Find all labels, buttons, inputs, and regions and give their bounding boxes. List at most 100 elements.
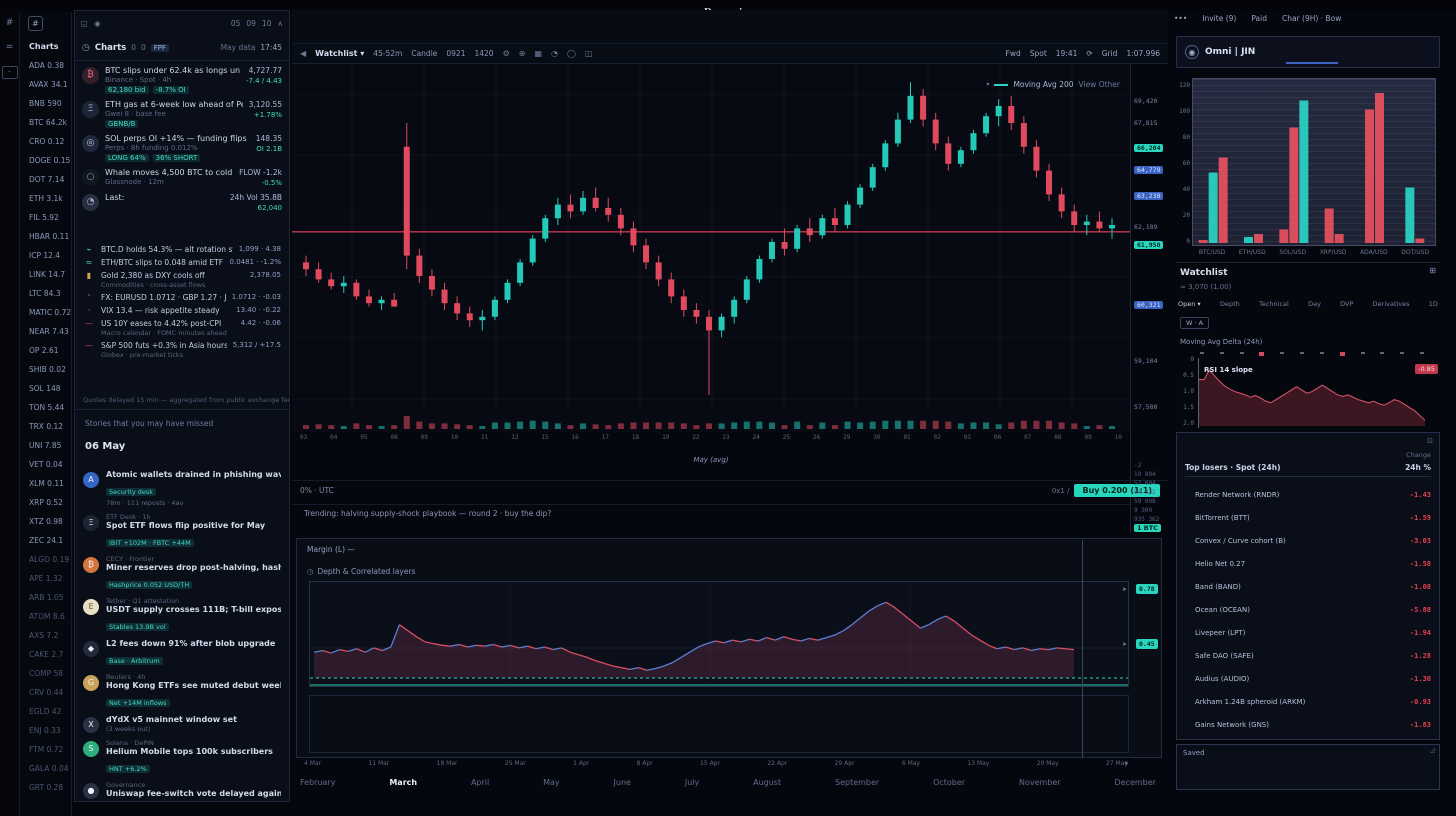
watch-tab[interactable]: Technical [1259, 300, 1289, 308]
month-item[interactable]: March [389, 778, 417, 787]
table-row[interactable]: Helio Net 0.27-1.58 [1185, 552, 1431, 575]
ticker-item[interactable]: ALGO 0.19 [20, 550, 71, 569]
ticker-item[interactable]: DOGE 0.15 [20, 151, 71, 170]
ticker-item[interactable]: LTC 84.3 [20, 284, 71, 303]
table-row[interactable]: Render Network (RNDR)-1.43 [1185, 483, 1431, 506]
panel-link[interactable]: Char (9H) · Bow [1282, 14, 1341, 23]
popout-icon[interactable]: ⊡ [1427, 437, 1433, 445]
ticker-item[interactable]: AVAX 34.1 [20, 75, 71, 94]
market-row[interactable]: ₿BTC slips under 62.4k as longs unwindBi… [75, 63, 289, 97]
watch-tab[interactable]: DVP [1340, 300, 1353, 308]
market-row[interactable]: ◔Last:24h Vol 35.8B62,040 [75, 190, 289, 215]
panel-link[interactable]: Invite (9) [1202, 14, 1236, 23]
panel-link[interactable]: ••• [1174, 14, 1187, 23]
mover-row[interactable]: ·VIX 13.4 — risk appetite steady13.40 · … [75, 304, 289, 317]
table-row[interactable]: Gains Network (GNS)-1.83 [1185, 713, 1431, 736]
ticker-item[interactable]: ZEC 24.1 [20, 531, 71, 550]
legend-extra[interactable]: View Other [1079, 80, 1120, 89]
story-item[interactable]: SSolana · DePINHelium Mobile tops 100k s… [83, 736, 281, 778]
story-item[interactable]: ₿CECY · FrontierMiner reserves drop post… [83, 552, 281, 594]
month-item[interactable]: April [471, 778, 489, 787]
table-row[interactable]: Safe DAO (SAFE)-1.28 [1185, 644, 1431, 667]
story-tag[interactable]: IBIT +102M · FBTC +44M [106, 539, 194, 547]
market-row[interactable]: ◎SOL perps OI +14% — funding flips posit… [75, 131, 289, 165]
toolbar-item[interactable]: 1420 [474, 49, 493, 58]
ticker-item[interactable]: FIL 5.92 [20, 208, 71, 227]
story-item[interactable]: GReuters · 4hHong Kong ETFs see muted de… [83, 670, 281, 712]
ticker-item[interactable]: AXS 7.2 [20, 626, 71, 645]
ticker-item[interactable]: ATOM 8.6 [20, 607, 71, 626]
table-col-right[interactable]: 24h % [1405, 463, 1431, 472]
table-row[interactable]: Audius (AUDIO)-1.30 [1185, 667, 1431, 690]
toolbar-item[interactable]: 45-52m [373, 49, 402, 58]
month-item[interactable]: July [685, 778, 699, 787]
circle-icon[interactable]: ◯ [567, 49, 576, 58]
ticker-item[interactable]: XRP 0.52 [20, 493, 71, 512]
toolbar-right-item[interactable]: Spot [1030, 49, 1047, 58]
ticker-item[interactable]: UNI 7.85 [20, 436, 71, 455]
plus-icon[interactable]: ⊕ [519, 49, 526, 58]
watch-tab[interactable]: Open ▾ [1178, 300, 1201, 308]
ticker-item[interactable]: GALA 0.04 [20, 759, 71, 778]
candlestick-chart[interactable] [292, 64, 1130, 432]
mover-row[interactable]: 'FX: EURUSD 1.0712 · GBP 1.27 · JPY 1551… [75, 291, 289, 304]
panel-link[interactable]: Paid [1251, 14, 1267, 23]
watch-tab[interactable]: Depth [1220, 300, 1240, 308]
volume-bar-chart[interactable] [1192, 78, 1436, 246]
watch-tab[interactable]: Day [1308, 300, 1321, 308]
filter-badge[interactable]: FPF [151, 44, 169, 52]
ticker-item[interactable]: VET 0.04 [20, 455, 71, 474]
ticker-item[interactable]: CRO 0.12 [20, 132, 71, 151]
table-row[interactable]: BitTorrent (BTT)-1.59 [1185, 506, 1431, 529]
trending-row[interactable]: Trending: halving supply-shock playbook … [292, 504, 1130, 522]
mover-row[interactable]: ▮Gold 2,380 as DXY cools offCommodities … [75, 269, 289, 291]
toolbar-right-item[interactable]: Fwd [1006, 49, 1021, 58]
tag-badge[interactable]: -8.7% OI [153, 86, 189, 94]
ticker-item[interactable]: BNB 590 [20, 94, 71, 113]
ticker-item[interactable]: ENJ 0.33 [20, 721, 71, 740]
story-item[interactable]: ΞETF Desk · 1hSpot ETF flows flip positi… [83, 510, 281, 552]
story-tag[interactable]: Net +14M inflows [106, 699, 170, 707]
month-item[interactable]: October [933, 778, 965, 787]
ticker-item[interactable]: NEAR 7.43 [20, 322, 71, 341]
table-row[interactable]: Ocean (OCEAN)-5.88 [1185, 598, 1431, 621]
story-item[interactable]: XdYdX v5 mainnet window set(3 weeks out) [83, 712, 281, 736]
ticker-header-icon[interactable]: # [28, 16, 43, 31]
table-row[interactable]: Convex / Curve cohort (B)-3.03 [1185, 529, 1431, 552]
indicator-icon[interactable]: ◔ [551, 49, 558, 58]
symbol-selector[interactable]: Watchlist ▾ [315, 49, 364, 58]
ticker-item[interactable]: ETH 3.1k [20, 189, 71, 208]
play-icon[interactable]: ⏵ [1125, 760, 1128, 768]
month-item[interactable]: November [1019, 778, 1061, 787]
story-item[interactable]: ◆L2 fees down 91% after blob upgradeBase… [83, 636, 281, 670]
ticker-item[interactable]: GRT 0.28 [20, 778, 71, 797]
grid-icon[interactable]: ▦ [534, 49, 542, 58]
history-icon[interactable]: ◷ [82, 43, 90, 53]
toolbar-item[interactable]: 0921 [446, 49, 465, 58]
apps-icon[interactable]: # [2, 18, 18, 32]
ticker-item[interactable]: Charts [20, 37, 71, 56]
ticker-item[interactable]: COMP 58 [20, 664, 71, 683]
story-item[interactable]: AAtomic wallets drained in phishing wave… [83, 467, 281, 510]
mover-row[interactable]: ≈ETH/BTC slips to 0.048 amid ETF chop0.0… [75, 256, 289, 269]
tag-badge[interactable]: 36% SHORT [153, 154, 201, 162]
ticker-item[interactable]: SHIB 0.02 [20, 360, 71, 379]
ticker-item[interactable]: ICP 12.4 [20, 246, 71, 265]
user-icon[interactable]: ◉ [94, 19, 101, 28]
gear-icon[interactable]: ⚙ [503, 49, 510, 58]
toolbar-right-item[interactable]: 1:07.996 [1126, 49, 1160, 58]
legend-chevron-icon[interactable]: ▾ [986, 81, 989, 88]
tag-badge[interactable]: GBNB/B [105, 120, 138, 128]
notes-box[interactable]: Saved ◿ [1176, 744, 1440, 790]
ticker-item[interactable]: ARB 1.05 [20, 588, 71, 607]
toolbar-right-item[interactable]: 19:41 [1056, 49, 1078, 58]
story-item[interactable]: ETether · Q1 attestationUSDT supply cros… [83, 594, 281, 636]
ticker-item[interactable]: LINK 14.7 [20, 265, 71, 284]
watch-tab[interactable]: 1D [1429, 300, 1438, 308]
table-row[interactable]: Arkham 1.24B spheroid (ARKM)-0.93 [1185, 690, 1431, 713]
panel-icon[interactable]: = [2, 42, 18, 56]
collapse-panel-icon[interactable]: ◀ [300, 49, 306, 58]
ticker-item[interactable]: SOL 148 [20, 379, 71, 398]
story-item[interactable]: ●GovernanceUniswap fee-switch vote delay… [83, 778, 281, 799]
month-item[interactable]: February [300, 778, 335, 787]
